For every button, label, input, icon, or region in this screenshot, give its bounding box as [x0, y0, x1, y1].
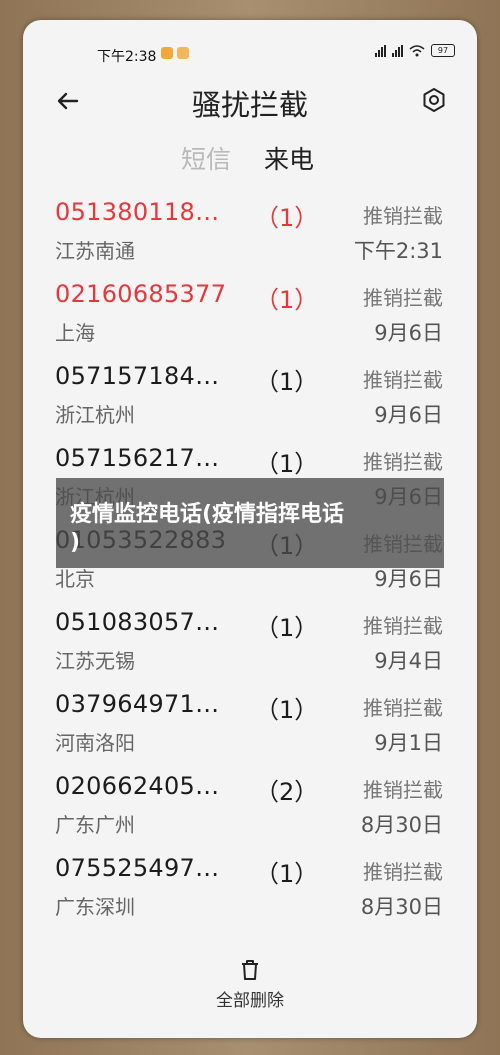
- signal-icon: [375, 44, 386, 57]
- call-count: （1）: [255, 204, 319, 232]
- call-time: 9月1日: [374, 731, 443, 755]
- app-header: 骚扰拦截: [23, 76, 477, 126]
- tab-bar: 短信 来电: [23, 140, 477, 180]
- block-reason: 推销拦截: [363, 614, 443, 638]
- caller-location: 广东深圳: [55, 895, 135, 919]
- trash-icon: [242, 960, 258, 980]
- delete-all-label: 全部删除: [216, 991, 284, 1011]
- block-reason: 推销拦截: [363, 368, 443, 392]
- call-row[interactable]: 02160685377 （1） 上海 推销拦截 9月6日: [23, 272, 477, 354]
- phone-number: 057156217…: [55, 444, 220, 472]
- phone-number: 020662405…: [55, 772, 220, 800]
- caller-location: 河南洛阳: [55, 731, 135, 755]
- call-row[interactable]: 051380118… （1） 江苏南通 推销拦截下午2:31: [23, 190, 477, 272]
- phone-number: 037964971…: [55, 690, 220, 718]
- wifi-icon: [409, 44, 425, 56]
- call-row[interactable]: 051083057… （1） 江苏无锡 推销拦截 9月4日: [23, 600, 477, 682]
- block-reason: 推销拦截: [363, 286, 443, 310]
- app-notification-icon: [177, 47, 189, 59]
- call-count: （2）: [255, 778, 319, 806]
- caller-location: 广东广州: [55, 813, 135, 837]
- phone-number: 02160685377: [55, 280, 227, 308]
- watermark-banner: 疫情监控电话(疫情指挥电话 ): [56, 478, 444, 568]
- block-reason: 推销拦截: [363, 778, 443, 802]
- page-title: 骚扰拦截: [191, 88, 308, 122]
- caller-location: 浙江杭州: [55, 403, 135, 427]
- phone-number: 051083057…: [55, 608, 220, 636]
- call-row[interactable]: 057157184… （1） 浙江杭州 推销拦截 9月6日: [23, 354, 477, 436]
- call-row[interactable]: 037964971… （1） 河南洛阳 推销拦截 9月1日: [23, 682, 477, 764]
- call-time: 9月6日: [374, 403, 443, 427]
- watermark-text: 疫情监控电话(疫情指挥电话: [70, 502, 345, 527]
- call-count: （1）: [255, 368, 319, 396]
- call-time: 9月4日: [374, 649, 443, 673]
- call-row[interactable]: 020662405… （2） 广东广州 推销拦截 8月30日: [23, 764, 477, 846]
- call-row[interactable]: 075525497… （1） 广东深圳 推销拦截 8月30日: [23, 846, 477, 928]
- tab-sms[interactable]: 短信: [181, 140, 231, 176]
- call-count: （1）: [255, 696, 319, 724]
- block-reason: 推销拦截: [363, 204, 443, 228]
- phone-number: 051380118…: [55, 198, 220, 226]
- phone-number: 057157184…: [55, 362, 220, 390]
- block-reason: 推销拦截: [363, 450, 443, 474]
- delete-all-button[interactable]: 全部删除: [23, 958, 477, 1018]
- call-count: （1）: [255, 450, 319, 478]
- caller-location: 上海: [55, 321, 95, 345]
- status-indicators: 97: [375, 44, 455, 57]
- call-time: 8月30日: [360, 895, 443, 919]
- call-time: 8月30日: [360, 813, 443, 837]
- call-count: （1）: [255, 614, 319, 642]
- call-count: （1）: [255, 860, 319, 888]
- settings-icon[interactable]: [419, 85, 449, 115]
- status-bar: 下午2:38 97: [23, 20, 477, 66]
- caller-location: 江苏无锡: [55, 649, 135, 673]
- call-time: 9月6日: [374, 321, 443, 345]
- tab-calls[interactable]: 来电: [264, 140, 314, 176]
- block-reason: 推销拦截: [363, 860, 443, 884]
- app-notification-icon: [161, 47, 173, 59]
- block-reason: 推销拦截: [363, 696, 443, 720]
- phone-number: 075525497…: [55, 854, 220, 882]
- status-time: 下午2:38: [97, 49, 157, 65]
- notification-icons: [161, 47, 189, 59]
- battery-icon: 97: [431, 44, 455, 57]
- signal-icon: [392, 44, 403, 57]
- call-count: （1）: [255, 286, 319, 314]
- caller-location: 江苏南通: [55, 239, 135, 263]
- call-time: 下午2:31: [353, 239, 443, 263]
- watermark-text-continued: ): [70, 530, 81, 555]
